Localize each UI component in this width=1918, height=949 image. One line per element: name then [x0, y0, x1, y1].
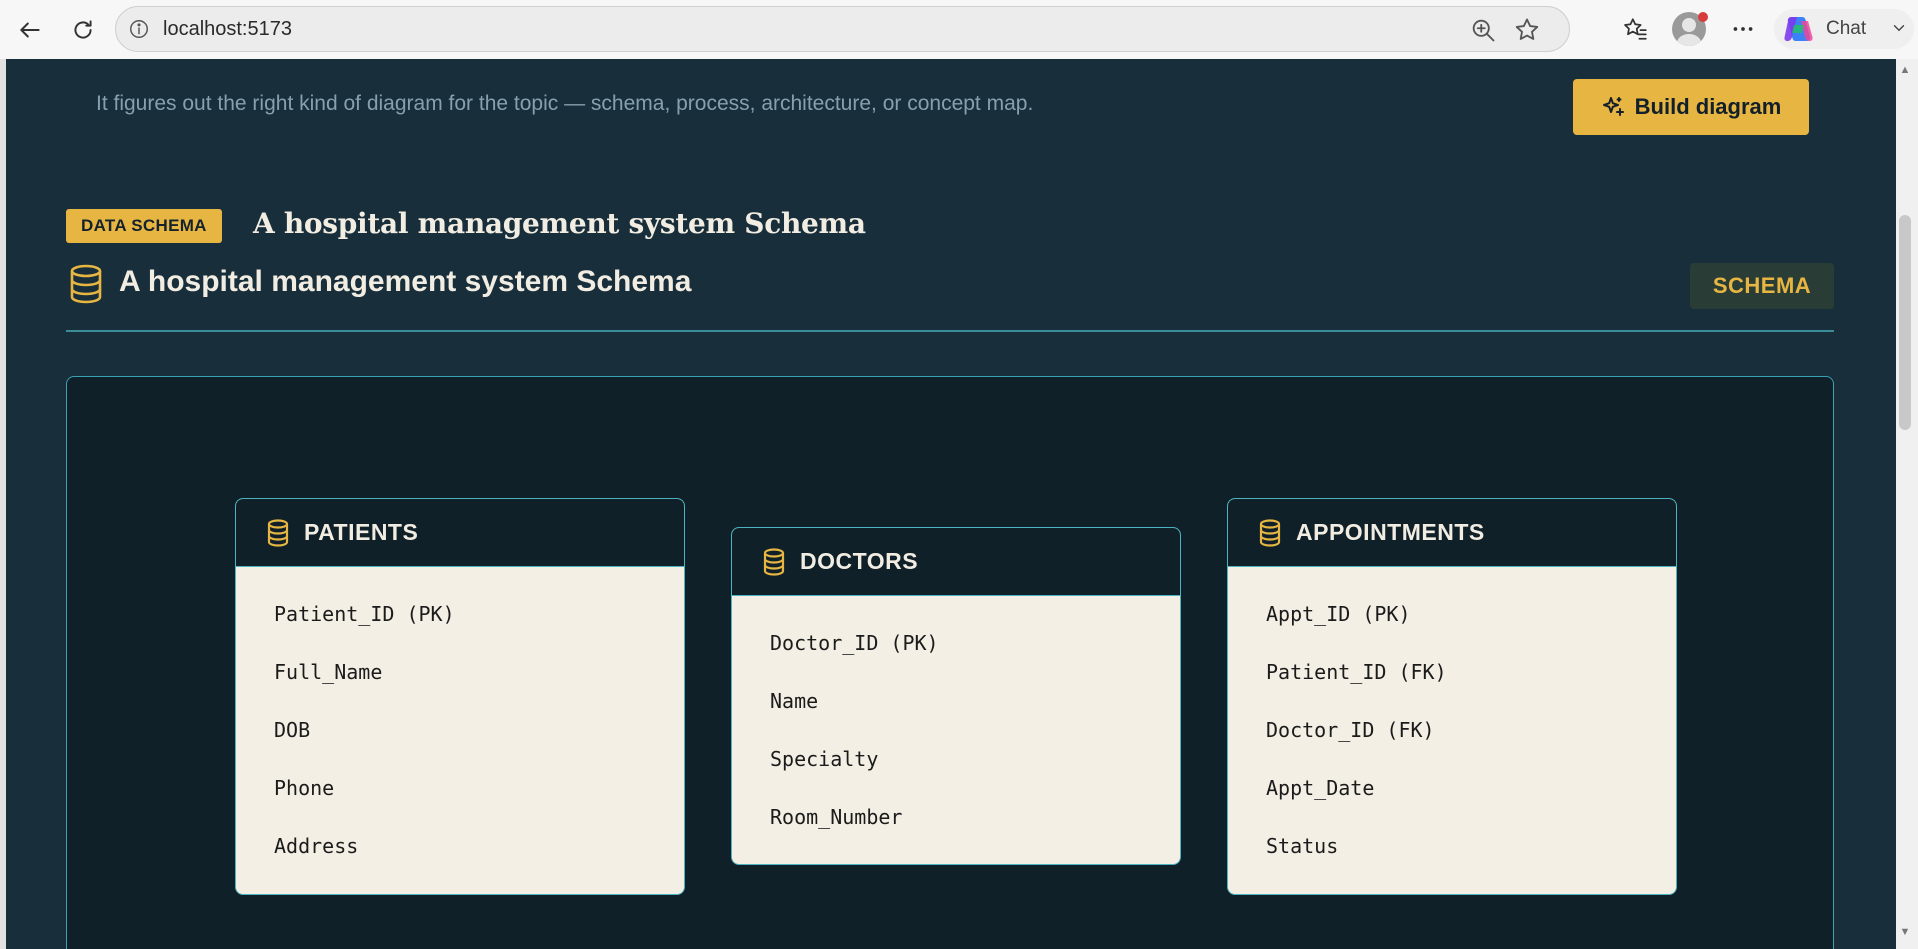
schema-type-chip: SCHEMA: [1690, 263, 1834, 309]
table-field: Appt_ID (PK): [1266, 602, 1411, 626]
database-icon: [70, 264, 102, 304]
table-field: Status: [1266, 834, 1339, 858]
diagram-title: A hospital management system Schema: [253, 207, 866, 240]
table-field: Specialty: [770, 747, 879, 771]
table-header: APPOINTMENTS: [1228, 499, 1676, 567]
helper-text: It figures out the right kind of diagram…: [96, 92, 1034, 115]
table-name: APPOINTMENTS: [1296, 519, 1485, 545]
address-bar[interactable]: localhost:5173: [115, 6, 1570, 52]
scrollbar-thumb[interactable]: [1899, 215, 1911, 430]
diagram-canvas: PATIENTS Patient_ID (PK) Full_Name DOB P…: [66, 376, 1834, 949]
favorites-icon[interactable]: [1618, 12, 1652, 46]
build-diagram-label: Build diagram: [1634, 94, 1782, 119]
page-scrollbar[interactable]: [1896, 59, 1918, 949]
field-list: Appt_ID (PK) Patient_ID (FK) Doctor_ID (…: [1228, 567, 1676, 894]
table-field: Patient_ID (PK): [274, 602, 455, 626]
database-icon: [763, 547, 785, 576]
copilot-chat-button[interactable]: Chat: [1774, 9, 1914, 49]
scroll-down-arrow-icon[interactable]: ▼: [1898, 926, 1912, 940]
site-info-icon[interactable]: [128, 18, 150, 40]
table-patients: PATIENTS Patient_ID (PK) Full_Name DOB P…: [235, 498, 685, 895]
favorite-star-icon[interactable]: [1513, 16, 1541, 44]
table-name: DOCTORS: [800, 548, 919, 574]
sparkle-icon: [1602, 97, 1624, 116]
table-doctors: DOCTORS Doctor_ID (PK) Name Specialty Ro…: [731, 527, 1181, 865]
scroll-up-arrow-icon[interactable]: ▲: [1898, 64, 1912, 78]
notification-dot: [1698, 12, 1708, 22]
section-divider: [66, 330, 1834, 332]
build-diagram-button[interactable]: Build diagram: [1573, 79, 1809, 135]
diagram-type-badge: DATA SCHEMA: [66, 209, 222, 243]
url-text[interactable]: localhost:5173: [163, 18, 292, 41]
field-list: Patient_ID (PK) Full_Name DOB Phone Addr…: [236, 567, 684, 894]
chevron-down-icon: [1893, 25, 1905, 32]
table-field: Phone: [274, 776, 335, 800]
copilot-logo-icon: [1784, 17, 1813, 41]
table-name: PATIENTS: [304, 519, 419, 545]
table-field: Appt_Date: [1266, 776, 1375, 800]
database-icon: [267, 518, 289, 547]
table-field: Full_Name: [274, 660, 383, 684]
table-field: Address: [274, 834, 359, 858]
table-field: Name: [770, 689, 819, 713]
back-arrow-icon[interactable]: [12, 12, 48, 48]
table-field: Doctor_ID (PK): [770, 631, 939, 655]
table-field: Doctor_ID (FK): [1266, 718, 1435, 742]
reload-icon[interactable]: [65, 12, 101, 48]
browser-toolbar: localhost:5173 Chat: [0, 0, 1918, 59]
zoom-icon[interactable]: [1469, 16, 1497, 44]
app-page: It figures out the right kind of diagram…: [6, 59, 1896, 949]
table-field: Room_Number: [770, 805, 903, 829]
database-icon: [1259, 518, 1281, 547]
schema-title: A hospital management system Schema: [119, 265, 692, 298]
more-options-icon[interactable]: [1726, 12, 1760, 46]
table-field: DOB: [274, 718, 311, 742]
table-header: DOCTORS: [732, 528, 1180, 596]
table-field: Patient_ID (FK): [1266, 660, 1447, 684]
chat-label: Chat: [1826, 18, 1867, 39]
table-header: PATIENTS: [236, 499, 684, 567]
field-list: Doctor_ID (PK) Name Specialty Room_Numbe…: [732, 596, 1180, 864]
table-appointments: APPOINTMENTS Appt_ID (PK) Patient_ID (FK…: [1227, 498, 1677, 895]
